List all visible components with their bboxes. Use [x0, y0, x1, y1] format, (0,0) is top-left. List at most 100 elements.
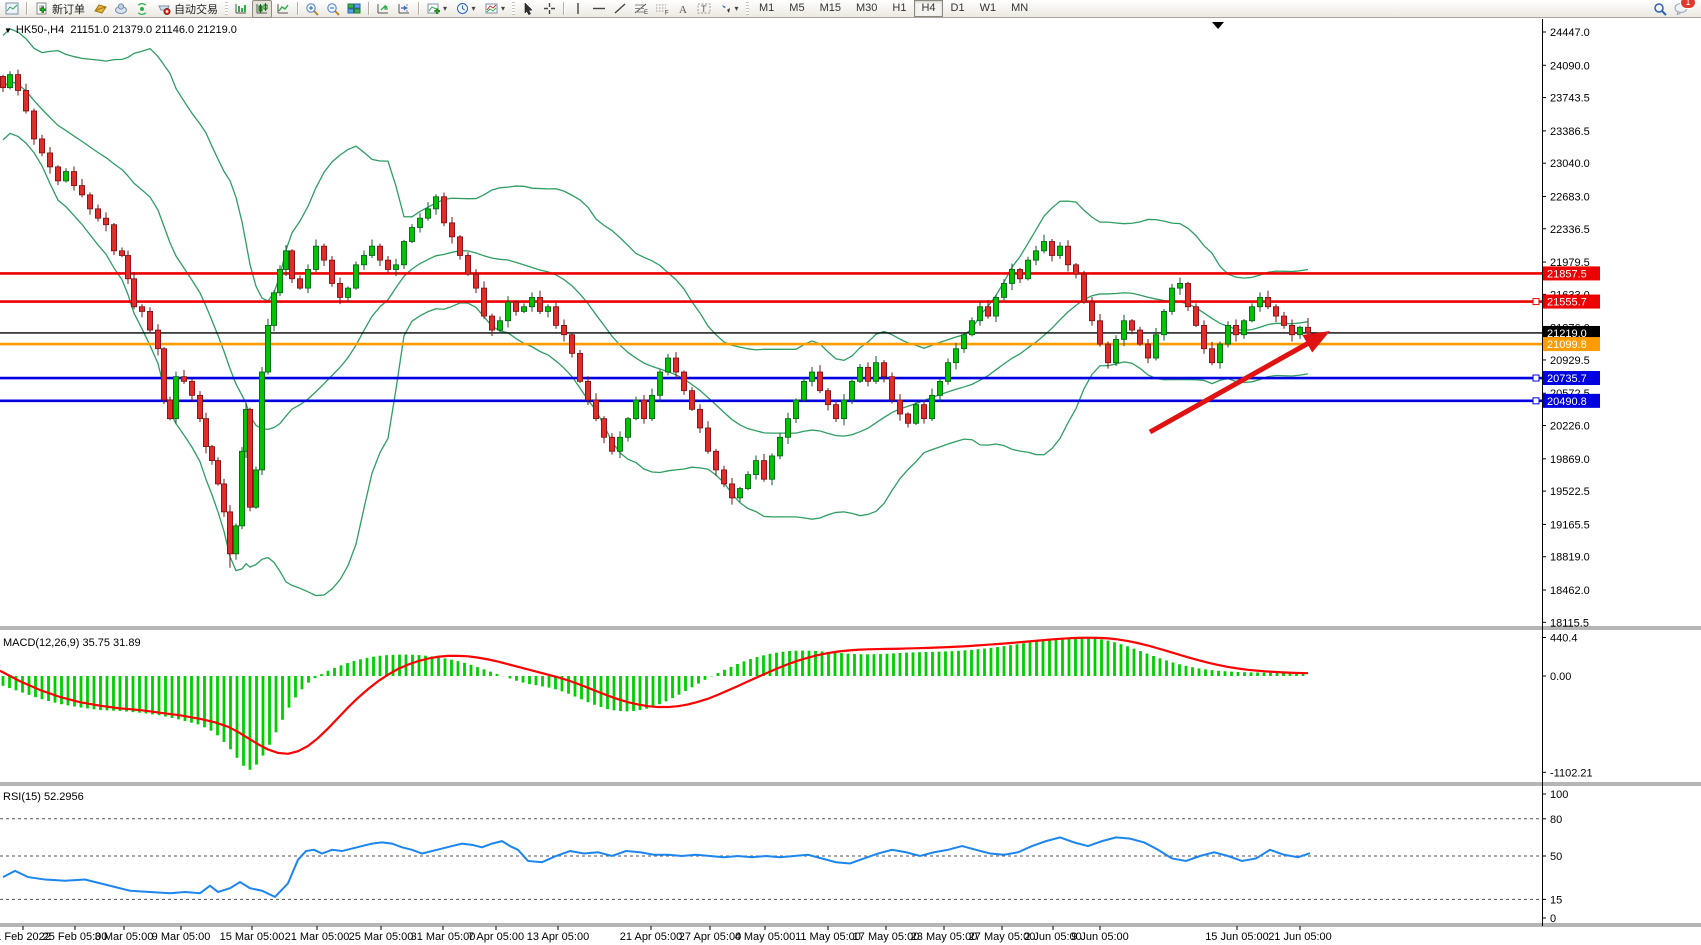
bar-chart-icon[interactable]: [231, 0, 251, 18]
svg-text:21099.8: 21099.8: [1547, 339, 1587, 351]
separator: [297, 2, 298, 15]
horizontal-line-icon[interactable]: [589, 0, 609, 18]
svg-text:0: 0: [1550, 913, 1556, 925]
periods-clock-icon[interactable]: ▾: [452, 0, 480, 18]
rsi-indicator-label: RSI(15) 52.2956: [3, 791, 84, 803]
chat-badge: 1: [1680, 0, 1696, 9]
chat-icon[interactable]: 1: [1671, 0, 1691, 18]
timeframe-w1[interactable]: W1: [973, 0, 1004, 17]
svg-text:21857.5: 21857.5: [1547, 268, 1587, 280]
timeframe-h1[interactable]: H1: [885, 0, 913, 17]
tile-windows-icon[interactable]: [344, 0, 364, 18]
chart-canvas[interactable]: 24447.024090.023743.523386.523040.022683…: [0, 19, 1701, 945]
svg-text:20929.5: 20929.5: [1550, 355, 1590, 367]
svg-text:22683.0: 22683.0: [1550, 191, 1590, 203]
svg-text:3 Mar 05:00: 3 Mar 05:00: [95, 931, 154, 943]
svg-text:440.4: 440.4: [1550, 633, 1578, 645]
timeframe-mn[interactable]: MN: [1004, 0, 1035, 17]
svg-text:21555.7: 21555.7: [1547, 297, 1587, 309]
timeframe-m1[interactable]: M1: [752, 0, 781, 17]
svg-text:20226.0: 20226.0: [1550, 421, 1590, 433]
fibonacci-icon[interactable]: E: [631, 0, 651, 18]
svg-text:19869.0: 19869.0: [1550, 454, 1590, 466]
svg-text:80: 80: [1550, 814, 1562, 826]
svg-text:27 Apr 05:00: 27 Apr 05:00: [679, 931, 741, 943]
toolbar-grip: [746, 2, 749, 15]
timeframe-h4[interactable]: H4: [914, 0, 942, 17]
search-icon[interactable]: [1650, 0, 1670, 18]
svg-text:F: F: [665, 11, 669, 16]
svg-text:0.00: 0.00: [1550, 671, 1571, 683]
new-chart-icon[interactable]: ▾: [423, 0, 451, 18]
svg-text:19522.5: 19522.5: [1550, 486, 1590, 498]
svg-text:18462.0: 18462.0: [1550, 585, 1590, 597]
svg-text:24447.0: 24447.0: [1550, 27, 1590, 39]
svg-text:50: 50: [1550, 851, 1562, 863]
svg-text:15: 15: [1550, 894, 1562, 906]
zoom-out-icon[interactable]: [323, 0, 343, 18]
autotrading-label: 自动交易: [174, 1, 218, 17]
grid-tool-icon[interactable]: F: [652, 0, 672, 18]
dropdown-caret-icon: ▾: [471, 4, 475, 13]
separator: [418, 2, 419, 15]
collapse-triangle-icon[interactable]: ▼: [4, 26, 12, 35]
new-order-button[interactable]: 新订单: [31, 1, 89, 17]
timeframe-m15[interactable]: M15: [813, 0, 848, 17]
candlestick-chart-icon[interactable]: [252, 0, 272, 18]
new-order-icon: [35, 2, 49, 16]
toolbar-grip: [512, 2, 515, 15]
crosshair-icon[interactable]: [539, 0, 559, 18]
shapes-icon[interactable]: ▾: [715, 0, 743, 18]
svg-text:18115.5: 18115.5: [1550, 617, 1589, 629]
macd-indicator-label: MACD(12,26,9) 35.75 31.89: [3, 637, 141, 649]
timeframe-m5[interactable]: M5: [782, 0, 811, 17]
svg-text:11 May 05:00: 11 May 05:00: [795, 931, 861, 943]
chart-ohlc-values: 21151.0 21379.0 21146.0 21219.0: [70, 24, 237, 36]
svg-text:21 Apr 05:00: 21 Apr 05:00: [620, 931, 682, 943]
templates-icon[interactable]: ▾: [481, 0, 509, 18]
svg-text:23386.5: 23386.5: [1550, 126, 1590, 138]
svg-text:-1102.21: -1102.21: [1550, 767, 1593, 779]
community-icon[interactable]: [111, 0, 131, 18]
autotrading-button[interactable]: 自动交易: [153, 1, 222, 17]
separator: [563, 2, 564, 15]
chart-symbol-period: HK50-,H4: [16, 24, 64, 36]
chart-shift-icon[interactable]: [394, 0, 414, 18]
auto-scroll-icon[interactable]: [373, 0, 393, 18]
svg-text:100: 100: [1550, 789, 1568, 801]
svg-text:18819.0: 18819.0: [1550, 552, 1590, 564]
timeframe-m30[interactable]: M30: [849, 0, 884, 17]
svg-text:20490.8: 20490.8: [1547, 396, 1587, 408]
svg-text:22336.5: 22336.5: [1550, 224, 1590, 236]
timeframe-d1[interactable]: D1: [944, 0, 972, 17]
dropdown-caret-icon: ▾: [443, 4, 447, 13]
svg-text:E: E: [644, 10, 648, 15]
separator: [26, 2, 27, 15]
svg-text:A: A: [679, 4, 687, 15]
history-note-icon[interactable]: [90, 0, 110, 18]
svg-text:13 Apr 05:00: 13 Apr 05:00: [527, 931, 589, 943]
svg-text:31 Mar 05:00: 31 Mar 05:00: [411, 931, 476, 943]
svg-text:15 Jun 05:00: 15 Jun 05:00: [1205, 931, 1269, 943]
cursor-icon[interactable]: [518, 0, 538, 18]
chart-workspace: 24447.024090.023743.523386.523040.022683…: [0, 19, 1701, 945]
svg-text:4 May 05:00: 4 May 05:00: [735, 931, 796, 943]
zoom-in-icon[interactable]: [302, 0, 322, 18]
signal-icon[interactable]: [132, 0, 152, 18]
svg-text:7 Apr 05:00: 7 Apr 05:00: [468, 931, 524, 943]
svg-text:23743.5: 23743.5: [1550, 93, 1590, 105]
svg-text:17 May 05:00: 17 May 05:00: [853, 931, 920, 943]
chart-window-icon[interactable]: [2, 0, 22, 18]
svg-text:20735.7: 20735.7: [1547, 373, 1587, 385]
svg-text:24090.0: 24090.0: [1550, 60, 1590, 72]
svg-text:9 Mar 05:00: 9 Mar 05:00: [152, 931, 211, 943]
line-chart-icon[interactable]: [273, 0, 293, 18]
text-label-tool-icon[interactable]: T: [694, 0, 714, 18]
dropdown-caret-icon: ▾: [734, 4, 738, 13]
toolbar-grip: [225, 2, 228, 15]
text-tool-icon[interactable]: A: [673, 0, 693, 18]
separator: [368, 2, 369, 15]
vertical-line-icon[interactable]: [568, 0, 588, 18]
svg-text:25 Mar 05:00: 25 Mar 05:00: [349, 931, 414, 943]
trendline-icon[interactable]: [610, 0, 630, 18]
